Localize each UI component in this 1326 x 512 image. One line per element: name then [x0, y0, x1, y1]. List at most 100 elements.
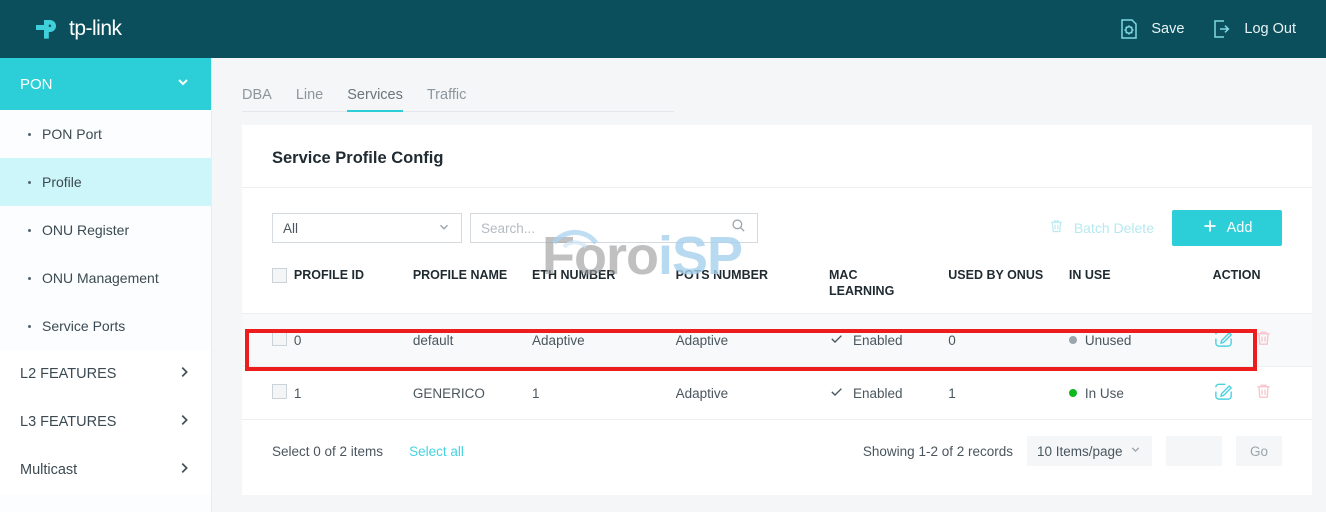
sidebar-item-multicast[interactable]: Multicast	[0, 446, 211, 494]
logout-button[interactable]: Log Out	[1210, 17, 1296, 41]
select-all-checkbox[interactable]	[272, 268, 287, 283]
cell-in-use: In Use	[1068, 367, 1213, 420]
sidebar-item-label: ONU Management	[42, 270, 159, 286]
add-label: Add	[1226, 220, 1253, 236]
save-button[interactable]: Save	[1117, 17, 1184, 41]
cell-eth-number: Adaptive	[532, 313, 676, 367]
table-toolbar: All Search... Batch Delete Add	[242, 188, 1312, 246]
logout-arrow-icon	[1210, 17, 1234, 41]
cell-profile-name: default	[412, 313, 533, 367]
cell-action	[1213, 367, 1312, 420]
brand-name: tp-link	[69, 17, 122, 40]
filter-select[interactable]: All	[272, 213, 462, 243]
toolbar-actions: Batch Delete Add	[1048, 210, 1282, 246]
header-pots-number: POTS NUMBER	[675, 268, 768, 282]
row-checkbox-cell[interactable]	[242, 367, 294, 420]
go-button[interactable]: Go	[1236, 436, 1282, 467]
table-header-row: PROFILE ID PROFILE NAME ETH NUMBER POTS …	[242, 262, 1312, 314]
delete-icon[interactable]	[1254, 382, 1273, 404]
filter-select-value: All	[283, 220, 299, 236]
sidebar-item-l3-features[interactable]: L3 FEATURES	[0, 398, 211, 446]
header-profile-name: PROFILE NAME	[412, 268, 508, 282]
chevron-right-icon	[177, 413, 191, 431]
sidebar-item-onu-management[interactable]: ONU Management	[0, 254, 211, 302]
items-per-page-select[interactable]: 10 Items/page	[1027, 436, 1152, 467]
sidebar-group-pon[interactable]: PON	[0, 58, 211, 110]
bullet-icon	[28, 276, 31, 280]
cell-in-use: Unused	[1068, 313, 1213, 367]
header-in-use: IN USE	[1068, 268, 1111, 282]
row-checkbox[interactable]	[272, 331, 287, 347]
chevron-down-icon	[437, 220, 451, 237]
tab-services[interactable]: Services	[347, 87, 403, 112]
bullet-icon	[28, 324, 31, 328]
app-header: tp-link Save Log Out	[0, 0, 1326, 58]
sidebar-item-label: Service Ports	[42, 318, 126, 334]
search-box[interactable]	[470, 213, 758, 243]
sidebar-item-l2-features[interactable]: L2 FEATURES	[0, 350, 211, 398]
batch-delete-label: Batch Delete	[1073, 220, 1154, 236]
status-badge: In Use	[1084, 385, 1124, 401]
edit-icon[interactable]	[1213, 381, 1234, 405]
page-number-input[interactable]	[1166, 436, 1222, 467]
cell-profile-id: 1	[293, 385, 302, 401]
cell-used-by-onus: 1	[948, 385, 956, 401]
table-row[interactable]: 1 GENERICO 1 Adaptive Enabled 1 In Use	[242, 367, 1312, 420]
main-content: DBA Line Services Traffic Service Profil…	[212, 58, 1326, 512]
sidebar-item-label: L3 FEATURES	[20, 414, 117, 430]
edit-icon[interactable]	[1213, 328, 1234, 352]
bullet-icon	[28, 180, 31, 184]
add-button[interactable]: Add	[1172, 210, 1282, 246]
check-icon	[829, 384, 844, 402]
batch-delete-button[interactable]: Batch Delete	[1048, 218, 1154, 238]
sidebar-nav: PON PON Port Profile ONU Register ONU Ma…	[0, 58, 212, 512]
cell-profile-name: GENERICO	[412, 385, 485, 401]
page-title: Service Profile Config	[272, 149, 444, 167]
sidebar-item-label: L2 FEATURES	[20, 366, 117, 382]
header-select-all[interactable]	[242, 262, 294, 314]
header-mac-learning: MAC LEARNING	[829, 262, 948, 314]
tab-bar: DBA Line Services Traffic	[242, 78, 674, 112]
sidebar-item-pon-port[interactable]: PON Port	[0, 110, 211, 158]
sidebar-item-profile[interactable]: Profile	[0, 158, 211, 206]
items-per-page-value: 10 Items/page	[1037, 443, 1123, 459]
search-input[interactable]	[481, 220, 731, 236]
cell-mac-learning-label: Enabled	[853, 332, 903, 348]
row-checkbox-cell[interactable]	[242, 313, 294, 367]
tab-traffic[interactable]: Traffic	[427, 87, 466, 111]
page-root: tp-link Save Log Out PON PON Port Profil…	[0, 0, 1326, 512]
logout-label: Log Out	[1244, 21, 1296, 37]
selection-count: Select 0 of 2 items	[272, 443, 384, 459]
chevron-down-icon	[175, 74, 191, 94]
delete-icon[interactable]	[1254, 329, 1273, 351]
table-row[interactable]: 0 default Adaptive Adaptive Enabled 0 Un…	[242, 313, 1312, 367]
sidebar-item-label: ONU Register	[42, 222, 130, 238]
search-icon[interactable]	[731, 218, 746, 238]
sidebar-item-service-ports[interactable]: Service Ports	[0, 302, 211, 350]
check-icon	[829, 331, 844, 349]
tplink-logo-icon	[32, 14, 62, 44]
cell-eth-number: 1	[532, 385, 540, 401]
header-used-by-onus: USED BY ONUS	[948, 268, 1044, 282]
content-card: Service Profile Config All Search... Bat…	[242, 125, 1312, 495]
cell-profile-id: 0	[293, 313, 413, 367]
cell-mac-learning-label: Enabled	[853, 385, 903, 401]
tab-dba[interactable]: DBA	[242, 87, 272, 111]
brand-logo[interactable]: tp-link	[32, 14, 122, 44]
cell-mac-learning: Enabled	[829, 367, 948, 420]
pagination: Showing 1-2 of 2 records 10 Items/page G…	[863, 436, 1282, 467]
tab-line[interactable]: Line	[296, 87, 323, 111]
header-mac-learning-line2: LEARNING	[829, 283, 895, 298]
header-actions: Save Log Out	[1117, 17, 1296, 41]
select-all-link[interactable]: Select all	[409, 444, 464, 459]
chevron-right-icon	[177, 461, 191, 479]
sidebar-group-label: PON	[20, 75, 53, 93]
bullet-icon	[28, 228, 31, 232]
row-checkbox[interactable]	[272, 384, 287, 400]
sidebar-item-onu-register[interactable]: ONU Register	[0, 206, 211, 254]
table-footer: Select 0 of 2 items Select all Showing 1…	[242, 420, 1312, 467]
header-eth-number: ETH NUMBER	[532, 268, 616, 282]
chevron-right-icon	[177, 365, 191, 383]
chevron-down-icon	[1129, 443, 1142, 459]
cell-action	[1212, 313, 1312, 367]
